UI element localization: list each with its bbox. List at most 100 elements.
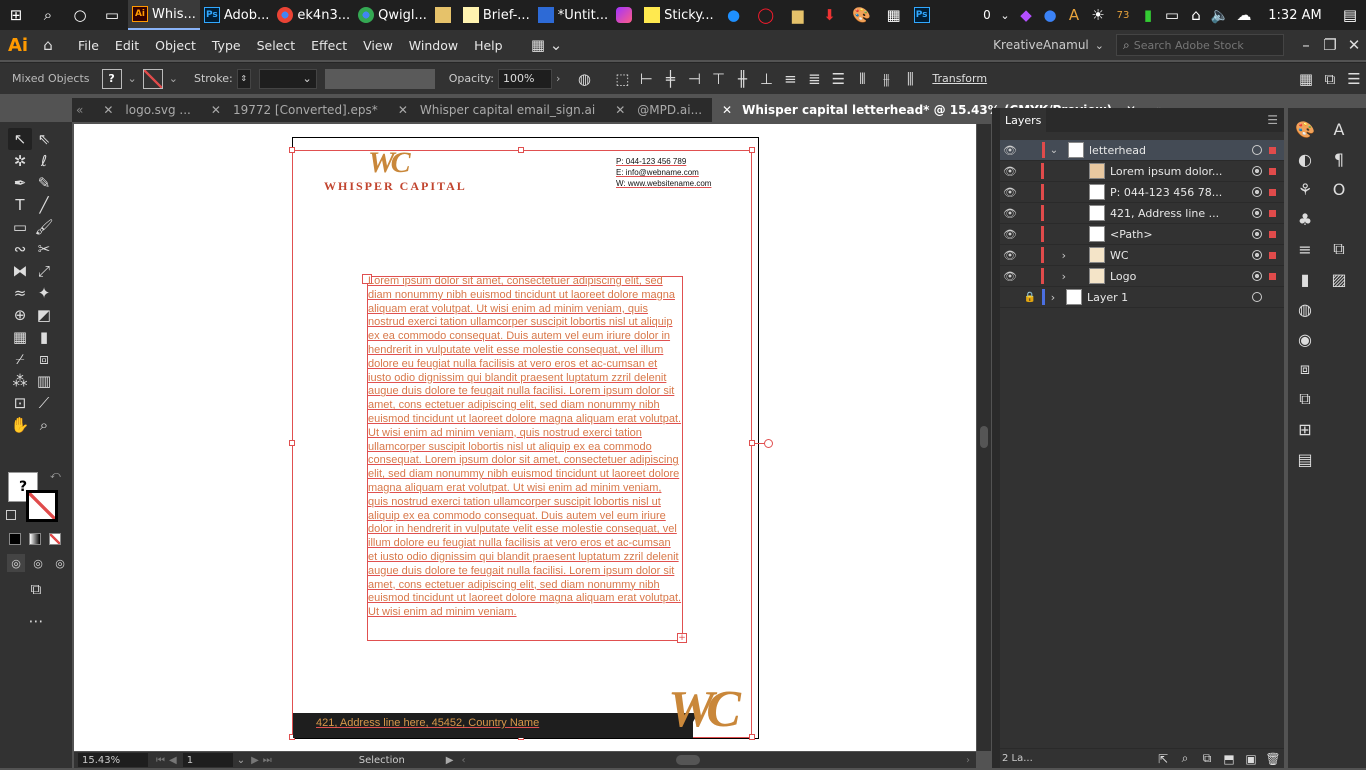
network-icon[interactable]: ⌂	[1184, 0, 1208, 30]
tab-19772[interactable]: ✕ 19772 [Converted].eps*	[201, 98, 388, 122]
taskbar-app-photoshop-2[interactable]: Ps	[910, 0, 938, 30]
color-icon[interactable]: ◐	[1288, 144, 1322, 174]
graphic-styles-icon[interactable]: ⧈	[1288, 354, 1322, 384]
layer-row-contact[interactable]: 👁 P: 044-123 456 78...	[1000, 182, 1284, 203]
selection-square-icon[interactable]	[1269, 272, 1276, 280]
eyedropper-tool-icon[interactable]: ⌿	[8, 348, 32, 370]
scale-tool-icon[interactable]: ⤢	[32, 260, 56, 282]
stroke-swatch[interactable]	[142, 68, 163, 89]
scissors-tool-icon[interactable]: ✂	[32, 238, 56, 260]
scroll-right-icon[interactable]: ›	[966, 755, 970, 766]
search-input[interactable]	[1133, 38, 1274, 52]
menu-edit[interactable]: Edit	[107, 38, 147, 53]
create-sublayer-icon[interactable]: ⬒	[1218, 748, 1240, 770]
distribute-left-icon[interactable]: ⫴	[850, 68, 874, 90]
shape-builder-tool-icon[interactable]: ⊕	[8, 304, 32, 326]
target-circle-icon[interactable]	[1252, 229, 1262, 239]
chevron-down-icon[interactable]: ⌄	[128, 72, 137, 85]
target-circle-icon[interactable]	[1252, 250, 1262, 260]
curvature-tool-icon[interactable]: ✎	[32, 172, 56, 194]
home-icon[interactable]: ⌂	[36, 34, 60, 56]
layer-row-logo[interactable]: 👁 › Logo	[1000, 266, 1284, 287]
layer-row-layer1[interactable]: 🔒 › Layer 1	[1000, 287, 1284, 308]
pen-tool-icon[interactable]: ✒	[8, 172, 32, 194]
delete-layer-icon[interactable]: 🗑	[1262, 748, 1284, 770]
layer-name[interactable]: P: 044-123 456 78...	[1110, 186, 1222, 199]
none-mode-icon[interactable]	[49, 533, 61, 545]
export-icon[interactable]: ⇱	[1152, 748, 1174, 770]
line-tool-icon[interactable]: ╱	[32, 194, 56, 216]
transform-link[interactable]: Transform	[932, 72, 987, 85]
taskbar-app-messenger[interactable]	[612, 0, 640, 30]
live-paint-tool-icon[interactable]: ◩	[32, 304, 56, 326]
windows-start-icon[interactable]: ⊞	[0, 0, 32, 30]
action-center-icon[interactable]: ▤	[1334, 0, 1366, 30]
restore-icon[interactable]: ❐	[1318, 34, 1342, 56]
edit-toolbar-icon[interactable]: ⋯	[24, 610, 48, 632]
minimize-icon[interactable]: –	[1294, 34, 1318, 56]
paragraph-icon[interactable]: ¶	[1322, 144, 1356, 174]
address-text[interactable]: 421, Address line here, 45452, Country N…	[316, 717, 539, 729]
layer-row-path[interactable]: 👁 <Path>	[1000, 224, 1284, 245]
scroll-left-icon[interactable]: ‹	[462, 755, 466, 766]
new-layer-icon[interactable]: ▣	[1240, 748, 1262, 770]
layer-row-letterhead[interactable]: 👁 ⌄ letterhead	[1000, 140, 1284, 161]
type-icon[interactable]: A	[1322, 114, 1356, 144]
stroke-color-swatch[interactable]	[26, 490, 58, 522]
selection-square-icon[interactable]	[1269, 167, 1276, 175]
opera-icon[interactable]: ◯	[750, 0, 782, 30]
company-name[interactable]: WHISPER CAPITAL	[324, 179, 467, 194]
hand-tool-icon[interactable]: ✋	[8, 414, 32, 436]
screen-mode-icon[interactable]: ⧉	[24, 578, 48, 600]
next-artboard-icon[interactable]: ▶	[251, 755, 259, 766]
close-icon[interactable]: ✕	[722, 103, 732, 117]
warp-tool-icon[interactable]: ≈	[8, 282, 32, 304]
layer-row-wc[interactable]: 👁 › WC	[1000, 245, 1284, 266]
transparency-icon[interactable]: ◍	[1288, 294, 1322, 324]
taskbar-app-photoshop[interactable]: Ps Adob...	[200, 0, 274, 30]
cortana-icon[interactable]: ○	[64, 0, 96, 30]
taskbar-app-chrome-2[interactable]: Qwigl...	[354, 0, 431, 30]
target-circle-icon[interactable]	[1252, 208, 1262, 218]
menu-object[interactable]: Object	[147, 38, 204, 53]
shape-options-icon[interactable]: ⧉	[1318, 68, 1342, 90]
brightness-icon[interactable]: ☀	[1086, 0, 1110, 30]
locate-object-icon[interactable]: ⌕	[1174, 748, 1196, 770]
layer-name[interactable]: Layer 1	[1087, 291, 1128, 304]
app-red-icon[interactable]: ⬇	[814, 0, 846, 30]
taskbar-app-illustrator[interactable]: Ai Whis...	[128, 0, 200, 30]
menu-effect[interactable]: Effect	[303, 38, 355, 53]
visibility-eye-icon[interactable]: 👁	[1000, 270, 1020, 283]
tray-app-icon[interactable]: ◆	[1014, 0, 1038, 30]
visibility-eye-icon[interactable]: 👁	[1000, 249, 1020, 262]
tray-app-icon[interactable]: ▮	[1136, 0, 1160, 30]
distribute-right-icon[interactable]: ⫼	[898, 68, 922, 90]
calculator-icon[interactable]: ▦	[878, 0, 910, 30]
menu-window[interactable]: Window	[401, 38, 466, 53]
artboard-number[interactable]: 1	[182, 753, 233, 767]
resize-handle[interactable]	[289, 440, 295, 446]
taskbar-app-paint[interactable]: *Untit...	[534, 0, 612, 30]
target-circle-icon[interactable]	[1252, 166, 1262, 176]
selection-tool-icon[interactable]: ↖	[8, 128, 32, 150]
zoom-field[interactable]: 15.43%	[78, 753, 148, 767]
align-to-icon[interactable]: ⬚	[610, 68, 634, 90]
tab-mpd[interactable]: ✕ @MPD.ai...	[605, 98, 712, 122]
volume-icon[interactable]: 🔈	[1208, 0, 1232, 30]
panel-divider[interactable]	[992, 108, 1000, 768]
chevron-down-icon[interactable]: ⌄	[237, 755, 245, 766]
resize-handle[interactable]	[289, 147, 295, 153]
chevron-right-icon[interactable]: ›	[556, 72, 560, 85]
selection-square-icon[interactable]	[1269, 230, 1276, 238]
canvas[interactable]: WC WHISPER CAPITAL P: 044-123 456 789 E:…	[74, 124, 976, 751]
color-mode-icon[interactable]	[9, 533, 21, 545]
layers-tab[interactable]: Layers	[1000, 108, 1047, 132]
tray-app-icon[interactable]: A	[1062, 0, 1086, 30]
stroke-icon[interactable]: ≡	[1288, 234, 1322, 264]
visibility-eye-icon[interactable]: 👁	[1000, 165, 1020, 178]
chevron-right-icon[interactable]: ›	[1044, 249, 1066, 262]
paintbrush-tool-icon[interactable]: 🖌	[32, 216, 56, 238]
isolate-icon[interactable]: ▦	[1294, 68, 1318, 90]
vertical-scrollbar[interactable]	[977, 124, 991, 751]
visibility-eye-icon[interactable]: 👁	[1000, 186, 1020, 199]
